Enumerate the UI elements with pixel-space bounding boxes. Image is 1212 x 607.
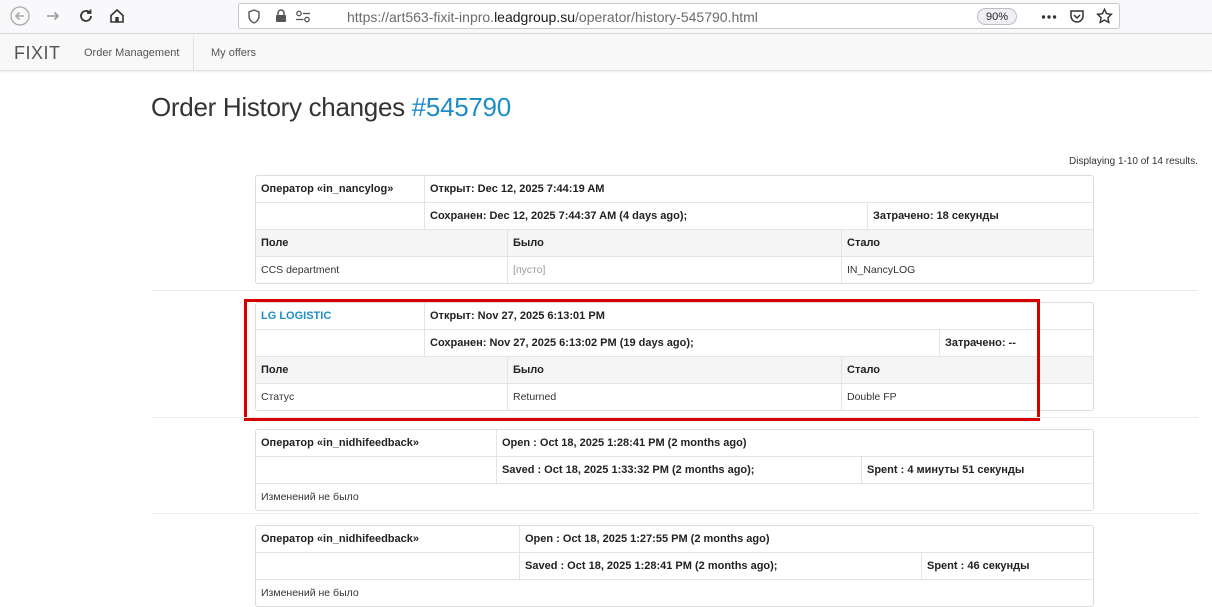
opened-time: Открыт: Nov 27, 2025 6:13:01 PM xyxy=(424,303,1094,329)
spent-time: Spent : 4 минуты 51 секунды xyxy=(861,457,1094,483)
zoom-indicator[interactable]: 90% xyxy=(977,8,1017,25)
opened-time: Open : Oct 18, 2025 1:27:55 PM (2 months… xyxy=(519,526,1094,552)
nav-order-management[interactable]: Order Management xyxy=(84,47,179,59)
column-header-field: Поле xyxy=(261,237,289,249)
bookmark-star-icon[interactable] xyxy=(1096,7,1113,29)
saved-time: Сохранен: Nov 27, 2025 6:13:02 PM (19 da… xyxy=(424,330,939,356)
no-changes-text: Изменений не было xyxy=(261,587,359,599)
back-icon[interactable] xyxy=(8,4,32,28)
home-icon[interactable] xyxy=(105,4,129,28)
permissions-icon[interactable] xyxy=(295,10,311,28)
operator-name: Оператор «in_nidhifeedback» xyxy=(261,533,419,545)
change-old-value: Returned xyxy=(507,384,841,410)
history-entry: Оператор «in_nidhifeedback» Open : Oct 1… xyxy=(255,525,1094,607)
column-header-became: Стало xyxy=(841,357,1094,383)
url-text[interactable]: https://art563-fixit-inpro.leadgroup.su/… xyxy=(347,9,758,25)
opened-time: Открыт: Dec 12, 2025 7:44:19 AM xyxy=(424,176,1094,202)
shield-icon[interactable] xyxy=(247,9,261,29)
brand-logo[interactable]: FIXIT xyxy=(14,43,61,64)
column-header-field: Поле xyxy=(261,364,289,376)
history-entry: Оператор «in_nidhifeedback» Open : Oct 1… xyxy=(255,429,1094,511)
spent-time: Затрачено: 18 секунды xyxy=(867,203,1094,229)
operator-name: Оператор «in_nidhifeedback» xyxy=(261,437,419,449)
change-field: Статус xyxy=(261,391,295,403)
more-icon[interactable] xyxy=(1041,10,1057,29)
nav-my-offers[interactable]: My offers xyxy=(211,47,256,59)
saved-time: Saved : Oct 18, 2025 1:28:41 PM (2 month… xyxy=(519,553,921,579)
pocket-icon[interactable] xyxy=(1069,9,1085,29)
entry-divider xyxy=(151,290,1198,291)
change-field: CCS department xyxy=(261,264,340,276)
results-summary: Displaying 1-10 of 14 results. xyxy=(1069,156,1198,167)
history-entry: Оператор «in_nancylog» Открыт: Dec 12, 2… xyxy=(255,175,1094,284)
history-entry: LG LOGISTIC Открыт: Nov 27, 2025 6:13:01… xyxy=(255,302,1094,411)
app-navbar: FIXIT Order Management My offers xyxy=(0,34,1212,71)
saved-time: Сохранен: Dec 12, 2025 7:44:37 AM (4 day… xyxy=(424,203,867,229)
column-header-became: Стало xyxy=(841,230,1094,256)
opened-time: Open : Oct 18, 2025 1:28:41 PM (2 months… xyxy=(496,430,1094,456)
browser-toolbar: https://art563-fixit-inpro.leadgroup.su/… xyxy=(0,0,1212,34)
order-id-link[interactable]: #545790 xyxy=(412,92,511,122)
column-header-was: Было xyxy=(507,230,841,256)
saved-time: Saved : Oct 18, 2025 1:33:32 PM (2 month… xyxy=(496,457,861,483)
nav-divider xyxy=(193,36,194,70)
column-header-was: Было xyxy=(507,357,841,383)
operator-name: Оператор «in_nancylog» xyxy=(261,183,394,195)
change-new-value: IN_NancyLOG xyxy=(841,257,1094,283)
change-new-value: Double FP xyxy=(841,384,1094,410)
entry-divider xyxy=(151,417,1198,418)
address-bar[interactable]: https://art563-fixit-inpro.leadgroup.su/… xyxy=(238,3,1120,29)
spent-time: Spent : 46 секунды xyxy=(921,553,1094,579)
no-changes-text: Изменений не было xyxy=(261,491,359,503)
lock-icon[interactable] xyxy=(275,9,287,28)
reload-icon[interactable] xyxy=(74,4,98,28)
change-old-value: [пусто] xyxy=(507,257,841,283)
page-title: Order History changes #545790 xyxy=(151,92,511,122)
spent-time: Затрачено: -- xyxy=(939,330,1094,356)
operator-link[interactable]: LG LOGISTIC xyxy=(256,303,424,329)
entry-divider xyxy=(151,513,1198,514)
forward-icon[interactable] xyxy=(41,4,65,28)
